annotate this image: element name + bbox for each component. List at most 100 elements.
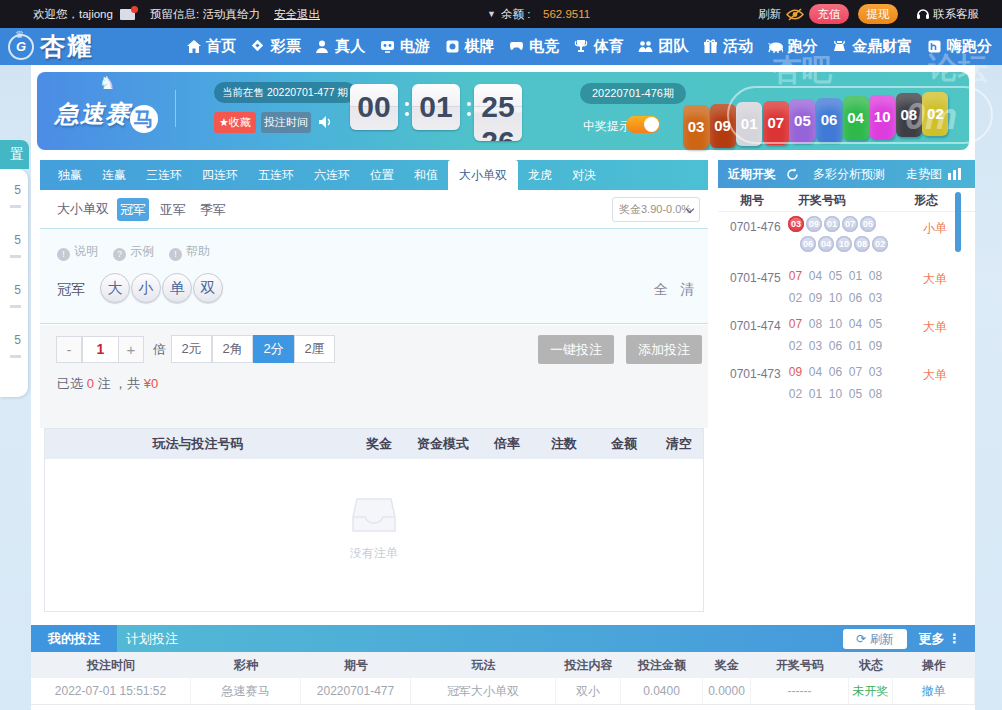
bets-cell-9[interactable]: 撤单 <box>893 678 975 704</box>
info-link-说明[interactable]: !说明 <box>57 243 98 261</box>
slip-col-5: 金额 <box>593 429 655 459</box>
my-bets-section: ⟳ 刷新 更多 ⋮ 我的投注计划投注 投注时间彩种期号玩法投注内容投注金额奖金开… <box>31 625 975 710</box>
sidebar-panel: 5555 <box>0 169 28 397</box>
tab-对决[interactable]: 对决 <box>562 160 606 190</box>
nav-item-活动[interactable]: 活动 <box>703 37 753 56</box>
refresh-balance[interactable]: 刷新 <box>758 0 781 28</box>
tab-四连环[interactable]: 四连环 <box>192 160 248 190</box>
tab-位置[interactable]: 位置 <box>360 160 404 190</box>
sidebar-count: 5 <box>14 333 21 347</box>
bet-slip-table: 玩法与投注号码奖金资金模式倍率注数金额清空 没有注单 <box>44 428 704 612</box>
refresh-bets-button[interactable]: ⟳ 刷新 <box>843 629 907 649</box>
tab-三连环[interactable]: 三连环 <box>136 160 192 190</box>
draw-numbers: 0708100405 <box>788 317 888 331</box>
chevron-down-icon[interactable]: ▼ <box>487 0 496 28</box>
unit-2分[interactable]: 2分 <box>253 335 294 363</box>
recent-results-panel: 近期开奖 多彩分析预测 走势图 期号开奖号码形态 0701-4760309010… <box>718 160 975 405</box>
speaker-icon[interactable] <box>318 115 334 129</box>
win-tip-toggle[interactable] <box>626 116 660 133</box>
mail-icon[interactable] <box>120 9 135 20</box>
slip-col-3: 倍率 <box>479 429 535 459</box>
unit-2元[interactable]: 2元 <box>171 335 212 363</box>
sidebar-dash <box>10 305 21 308</box>
bets-tab-我的投注[interactable]: 我的投注 <box>31 625 117 652</box>
pick-option-单[interactable]: 单 <box>162 273 192 303</box>
empty-tray-icon <box>351 497 397 535</box>
nav-item-电游[interactable]: 电游 <box>380 37 430 56</box>
watermark-text: 杏吧 <box>772 50 832 91</box>
trend-link[interactable]: 走势图 <box>906 160 942 188</box>
nav-item-棋牌[interactable]: 棋牌 <box>445 37 495 56</box>
unit-2厘[interactable]: 2厘 <box>294 335 335 363</box>
clock-colon <box>467 112 471 116</box>
team-icon <box>638 39 653 54</box>
nav-item-体育[interactable]: 体育 <box>574 37 624 56</box>
game-logo: 急速赛马 <box>55 98 158 133</box>
tab-六连环[interactable]: 六连环 <box>304 160 360 190</box>
bets-cell-5: 0.0400 <box>621 678 703 704</box>
nav-item-金鼎财富[interactable]: 金鼎财富 <box>832 37 912 56</box>
nav-item-团队[interactable]: 团队 <box>638 37 688 56</box>
favorite-button[interactable]: ★收藏 <box>214 112 256 133</box>
add-bet-button[interactable]: 添加投注 <box>626 335 702 364</box>
nav-item-首页[interactable]: 首页 <box>186 37 236 56</box>
result-number-tile: 05 <box>789 99 815 143</box>
nav-item-label: 体育 <box>594 37 624 56</box>
tab-独赢[interactable]: 独赢 <box>48 160 92 190</box>
draw-ball: 10 <box>836 236 852 252</box>
recent-col-0: 期号 <box>740 188 764 212</box>
stake-plus-button[interactable]: + <box>118 336 144 363</box>
stake-input[interactable]: 1 <box>82 336 119 363</box>
logout-link[interactable]: 安全退出 <box>274 0 320 28</box>
contact-service[interactable]: 联系客服 <box>933 0 979 28</box>
position-option-亚军[interactable]: 亚军 <box>157 198 189 221</box>
stake-minus-button[interactable]: - <box>56 336 82 363</box>
refresh-icon[interactable] <box>786 168 799 181</box>
subnav-label: 大小单双 <box>57 190 109 228</box>
eye-hide-icon[interactable] <box>786 8 804 21</box>
recent-title: 近期开奖 <box>728 160 776 188</box>
tab-连赢[interactable]: 连赢 <box>92 160 136 190</box>
info-link-示例[interactable]: ?示例 <box>113 243 154 261</box>
brand-logo[interactable]: G 杏耀 <box>8 28 94 65</box>
nav-item-电竞[interactable]: 电竞 <box>509 37 559 56</box>
panel-scrollbar[interactable] <box>955 192 961 252</box>
pick-option-小[interactable]: 小 <box>131 273 161 303</box>
withdraw-button[interactable]: 提现 <box>858 4 898 24</box>
draw-ball: 04 <box>818 236 834 252</box>
tab-大小单双[interactable]: 大小单双 <box>448 160 518 190</box>
quick-bet-button[interactable]: 一键投注 <box>538 335 614 364</box>
tab-龙虎[interactable]: 龙虎 <box>518 160 562 190</box>
nav-item-label: 电竞 <box>529 37 559 56</box>
pick-option-大[interactable]: 大 <box>100 273 130 303</box>
mail-notification-dot <box>131 6 138 13</box>
issue-number: 0701-474 <box>730 319 781 333</box>
tab-五连环[interactable]: 五连环 <box>248 160 304 190</box>
analysis-link[interactable]: 多彩分析预测 <box>813 160 885 188</box>
nav-item-彩票[interactable]: 彩票 <box>251 37 301 56</box>
more-button[interactable]: 更多 ⋮ <box>918 625 961 652</box>
bet-time-button[interactable]: 投注时间 <box>261 112 311 133</box>
unit-2角[interactable]: 2角 <box>212 335 253 363</box>
sidebar-tab[interactable]: 置 <box>0 140 29 169</box>
recent-results-header: 近期开奖 多彩分析预测 走势图 <box>718 160 975 188</box>
position-option-冠军[interactable]: 冠军 <box>117 198 149 221</box>
info-link-帮助[interactable]: !帮助 <box>169 243 210 261</box>
clear-selection[interactable]: 清 <box>680 281 694 299</box>
position-option-季军[interactable]: 季军 <box>197 198 229 221</box>
select-all[interactable]: 全 <box>654 281 668 299</box>
headset-icon <box>916 7 930 21</box>
nav-item-真人[interactable]: 真人 <box>315 37 365 56</box>
recharge-button[interactable]: 充值 <box>809 4 849 24</box>
bonus-dropdown[interactable]: 奖金3.90-0.0% <box>612 197 700 222</box>
pick-option-双[interactable]: 双 <box>193 273 223 303</box>
slip-col-2: 资金模式 <box>407 429 479 459</box>
bets-table-header: 投注时间彩种期号玩法投注内容投注金额奖金开奖号码状态操作 <box>31 652 975 678</box>
balance-label: 余额 : <box>501 0 530 28</box>
bets-col-1: 彩种 <box>191 652 301 678</box>
result-number-tile: 03 <box>683 105 709 149</box>
bets-tab-计划投注[interactable]: 计划投注 <box>117 625 187 652</box>
tab-和值[interactable]: 和值 <box>404 160 448 190</box>
issue-number: 0701-473 <box>730 367 781 381</box>
pattern-label: 大单 <box>923 367 947 384</box>
